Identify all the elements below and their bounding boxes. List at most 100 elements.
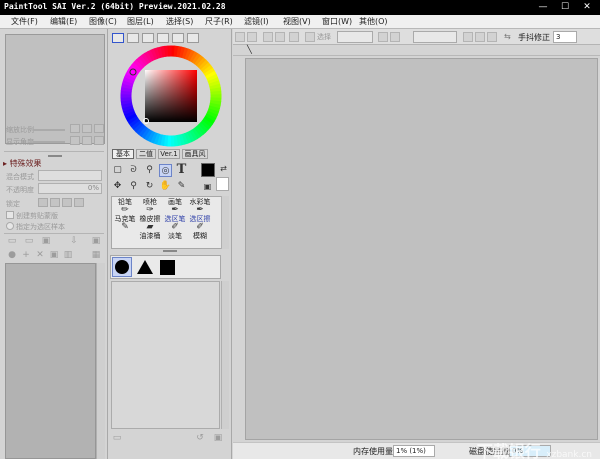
- shape-list-scrollbar[interactable]: [221, 281, 229, 429]
- blend-mode-select[interactable]: [38, 170, 102, 181]
- rotate-left-button[interactable]: [70, 136, 80, 145]
- drawing-canvas[interactable]: [245, 58, 598, 440]
- shape-circle-option[interactable]: [112, 257, 132, 277]
- menu-filter[interactable]: 滤镜(I): [244, 16, 269, 27]
- color-mixer-tab[interactable]: [157, 33, 169, 43]
- menu-image[interactable]: 图像(C): [89, 16, 117, 27]
- brush-select-pen[interactable]: 选区笔 ✐: [164, 215, 186, 232]
- brush-bucket[interactable]: 油漆桶: [139, 232, 161, 249]
- tool-tab-basic[interactable]: 基本: [112, 149, 134, 159]
- toolbar-btn-3[interactable]: [263, 32, 273, 42]
- new-mask-icon[interactable]: ▣: [40, 235, 52, 247]
- layer-props-icon[interactable]: ▣: [90, 235, 102, 247]
- brush-watercolor[interactable]: 水彩笔 ✒: [189, 198, 211, 215]
- clear-layer-icon[interactable]: ✕: [34, 249, 46, 261]
- hand-icon[interactable]: ✋: [159, 180, 172, 193]
- brush-select-eraser[interactable]: 选区擦 ✐: [189, 215, 211, 232]
- lock-all-button[interactable]: [74, 198, 84, 207]
- minimize-button[interactable]: —: [532, 0, 554, 15]
- rotate-icon[interactable]: ↻: [143, 180, 156, 193]
- menu-edit[interactable]: 编辑(E): [50, 16, 77, 27]
- lock-transparency-button[interactable]: [38, 198, 48, 207]
- scratch-pad-tab[interactable]: [187, 33, 199, 43]
- rect-select-icon[interactable]: ▢: [111, 164, 124, 177]
- rotate-slider[interactable]: [33, 141, 65, 143]
- clipping-mask-checkbox[interactable]: [6, 211, 14, 219]
- brush-marker[interactable]: 马克笔 ✎: [114, 215, 136, 232]
- stabilizer-select[interactable]: 3: [553, 31, 577, 43]
- rotate-reset-button[interactable]: [94, 136, 104, 145]
- menu-view[interactable]: 视图(V): [283, 16, 311, 27]
- close-button[interactable]: ✕: [576, 0, 598, 15]
- tool-tab-artistic[interactable]: 画具风: [182, 149, 208, 159]
- rotate-right-button[interactable]: [82, 136, 92, 145]
- toolbar-btn-4[interactable]: [275, 32, 285, 42]
- tool-tab-binary[interactable]: 二值: [136, 149, 156, 159]
- layer-list-scrollbar[interactable]: [96, 263, 105, 459]
- brush-airbrush[interactable]: 喷枪 ✑: [139, 198, 161, 215]
- text-tool-icon[interactable]: T: [175, 163, 188, 176]
- toolbar-btn-6[interactable]: [378, 32, 388, 42]
- panel-splitter-handle[interactable]: [48, 155, 62, 157]
- toolbar-btn-5[interactable]: [289, 32, 299, 42]
- delete-layer-icon[interactable]: ▥: [62, 249, 74, 261]
- zoom-icon[interactable]: ⚲: [127, 180, 140, 193]
- zoom-out-button[interactable]: [70, 124, 80, 133]
- new-layer-set-icon[interactable]: ▭: [23, 235, 35, 247]
- new-shape-icon[interactable]: ▭: [111, 432, 123, 444]
- new-layer-icon[interactable]: ▭: [6, 235, 18, 247]
- zoom-dropdown[interactable]: [413, 31, 457, 43]
- special-effects-title[interactable]: ▸ 特殊效果: [3, 158, 42, 169]
- toolbar-btn-9[interactable]: [475, 32, 485, 42]
- brush-light-pen[interactable]: 淡笔: [164, 232, 186, 249]
- brush-pencil[interactable]: 铅笔 ✏: [114, 198, 136, 215]
- transparent-color-icon[interactable]: ▣: [201, 180, 214, 193]
- selection-source-radio[interactable]: [6, 222, 14, 230]
- shape-square-option[interactable]: [157, 257, 177, 277]
- menu-file[interactable]: 文件(F): [11, 16, 38, 27]
- tool-tab-ver1[interactable]: Ver.1: [158, 149, 180, 159]
- lock-paint-button[interactable]: [50, 198, 60, 207]
- menu-layer[interactable]: 图层(L): [127, 16, 154, 27]
- zoom-in-button[interactable]: [82, 124, 92, 133]
- select-checkbox[interactable]: [305, 32, 315, 42]
- layer-list[interactable]: [5, 263, 96, 459]
- zoom-reset-button[interactable]: [94, 124, 104, 133]
- layer-grid-icon[interactable]: ▦: [90, 249, 102, 261]
- transfer-layer-icon[interactable]: ⇩: [68, 235, 80, 247]
- background-color-swatch[interactable]: [216, 177, 229, 191]
- eyedropper-icon[interactable]: ✎: [175, 180, 188, 193]
- swap-colors-icon[interactable]: ⇄: [217, 162, 230, 175]
- selection-mode-dropdown[interactable]: [337, 31, 373, 43]
- swatches-tab[interactable]: [172, 33, 184, 43]
- toolbar-btn-8[interactable]: [463, 32, 473, 42]
- undo-shape-icon[interactable]: ↺: [194, 432, 206, 444]
- flip-icon[interactable]: ⇆: [504, 32, 511, 41]
- brush-blur[interactable]: 模糊: [189, 232, 211, 249]
- lock-move-button[interactable]: [62, 198, 72, 207]
- shape-list[interactable]: [111, 281, 220, 429]
- toolbar-btn-10[interactable]: [487, 32, 497, 42]
- brush-eraser[interactable]: 橡皮擦 ▰: [139, 215, 161, 232]
- toolbar-btn-2[interactable]: [247, 32, 257, 42]
- lasso-icon[interactable]: ᘐ: [127, 164, 140, 177]
- lock-layer-icon[interactable]: ●: [6, 249, 18, 261]
- merge-down-icon[interactable]: +: [20, 249, 32, 261]
- menu-window[interactable]: 窗口(W): [322, 16, 352, 27]
- brush-grid-scrollbar[interactable]: [221, 196, 229, 249]
- rgb-slider-tab[interactable]: [127, 33, 139, 43]
- magic-wand-icon[interactable]: ⚲: [143, 164, 156, 177]
- zoom-slider[interactable]: [33, 129, 65, 131]
- toolbar-btn-7[interactable]: [390, 32, 400, 42]
- toolbar-btn-1[interactable]: [235, 32, 245, 42]
- foreground-color-swatch[interactable]: [201, 163, 215, 177]
- brush-paintbrush[interactable]: 画笔 ✒: [164, 198, 186, 215]
- panel-splitter-handle[interactable]: [163, 250, 177, 252]
- duplicate-layer-icon[interactable]: ▣: [48, 249, 60, 261]
- hsv-slider-tab[interactable]: [142, 33, 154, 43]
- color-wheel[interactable]: [120, 45, 222, 147]
- tab-pen-icon[interactable]: ╲: [247, 45, 252, 54]
- shape-triangle-option[interactable]: [135, 257, 155, 277]
- move-icon[interactable]: ✥: [111, 180, 124, 193]
- maximize-button[interactable]: ☐: [554, 0, 576, 15]
